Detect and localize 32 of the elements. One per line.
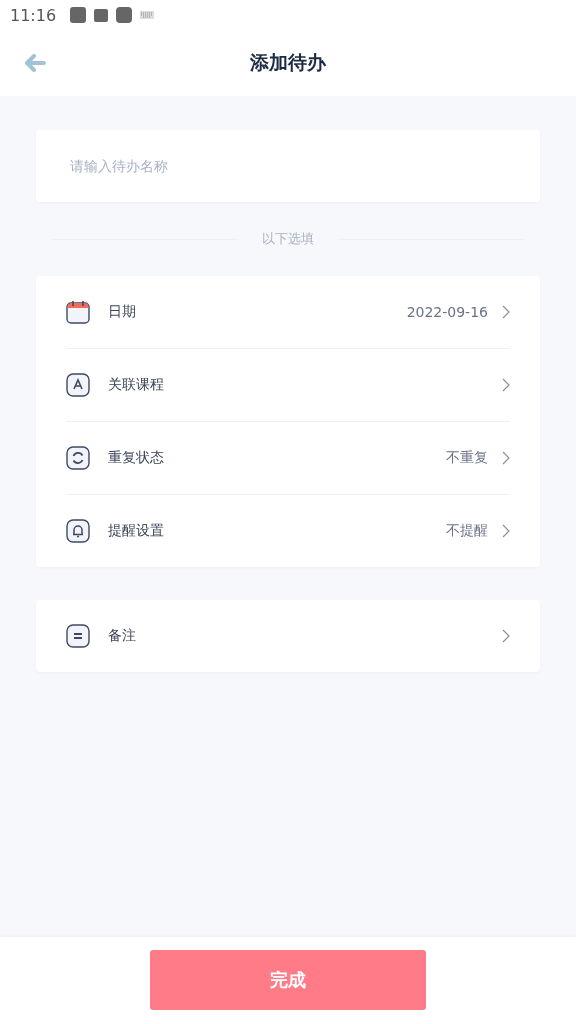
optional-section-label: 以下选填 — [262, 230, 314, 248]
chevron-right-icon — [502, 305, 510, 319]
option-row[interactable]: 备注 — [66, 600, 510, 672]
option-label: 重复状态 — [108, 449, 165, 467]
option-row[interactable]: 关联课程 — [66, 349, 510, 422]
chevron-right-icon — [502, 378, 510, 392]
chevron-right-icon — [502, 451, 510, 465]
option-value: 不重复 — [446, 449, 488, 467]
option-value: 不提醒 — [446, 522, 488, 540]
name-input-field[interactable]: 请输入待办名称 — [36, 130, 540, 202]
option-row[interactable]: 提醒设置 不提醒 — [66, 495, 510, 567]
option-label: 备注 — [108, 627, 137, 645]
chevron-right-icon — [502, 524, 510, 538]
notes-icon — [66, 624, 90, 648]
back-button[interactable] — [22, 51, 48, 75]
option-row[interactable]: 日期 2022-09-16 — [66, 276, 510, 349]
option-label: 日期 — [108, 303, 137, 321]
option-label: 提醒设置 — [108, 522, 165, 540]
notification-icon — [94, 8, 109, 22]
option-label: 关联课程 — [108, 376, 165, 394]
letter-icon — [66, 373, 90, 397]
chevron-right-icon — [502, 629, 510, 643]
page-title: 添加待办 — [250, 50, 326, 75]
option-row[interactable]: 重复状态 不重复 — [66, 422, 510, 495]
option-value: 2022-09-16 — [406, 304, 488, 320]
bell-icon — [66, 519, 90, 543]
notification-icon — [116, 7, 133, 23]
status-time: 11:16 — [10, 5, 57, 25]
refresh-icon — [66, 446, 90, 470]
calendar-icon — [66, 300, 90, 324]
keyboard-icon — [140, 11, 155, 19]
notification-icon — [70, 7, 87, 23]
